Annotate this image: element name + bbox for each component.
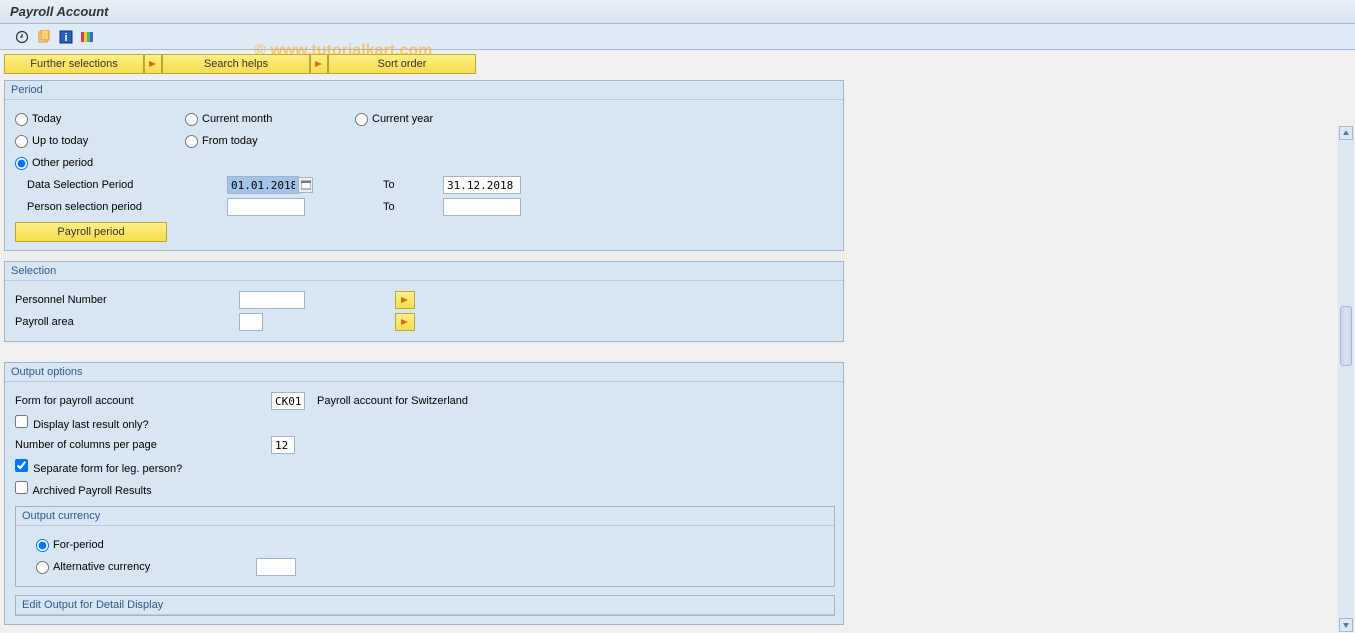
scrollbar-thumb[interactable]	[1340, 306, 1352, 366]
form-payroll-label: Form for payroll account	[15, 395, 271, 407]
display-last-label: Display last result only?	[33, 419, 149, 431]
radio-current-month-label: Current month	[202, 113, 272, 125]
radio-other-period[interactable]: Other period	[15, 157, 185, 170]
radio-today-label: Today	[32, 113, 61, 125]
output-currency-title: Output currency	[16, 507, 834, 526]
radio-up-to-today[interactable]: Up to today	[15, 135, 185, 148]
search-helps-button[interactable]: Search helps	[162, 54, 310, 74]
output-currency-group: Output currency For-period Alternative	[15, 506, 835, 587]
person-selection-period-label: Person selection period	[27, 201, 227, 213]
separate-form-checkbox[interactable]: Separate form for leg. person?	[15, 459, 182, 475]
main-content: Further selections Search helps Sort ord…	[0, 50, 1355, 633]
personnel-number-label: Personnel Number	[15, 294, 239, 306]
payroll-area-label: Payroll area	[15, 316, 239, 328]
period-group: Period Today Current month Current year	[4, 80, 844, 251]
radio-from-today[interactable]: From today	[185, 135, 355, 148]
radio-alt-currency[interactable]: Alternative currency	[36, 561, 256, 574]
data-selection-to-input[interactable]	[443, 176, 521, 194]
num-cols-label: Number of columns per page	[15, 439, 271, 451]
calendar-icon[interactable]	[299, 177, 313, 193]
radio-current-year[interactable]: Current year	[355, 113, 525, 126]
radio-up-to-today-label: Up to today	[32, 135, 88, 147]
radio-alt-currency-label: Alternative currency	[53, 561, 150, 573]
rainbow-icon[interactable]	[80, 29, 96, 45]
radio-current-year-label: Current year	[372, 113, 433, 125]
alt-currency-input[interactable]	[256, 558, 296, 576]
radio-other-period-label: Other period	[32, 157, 93, 169]
title-bar: Payroll Account	[0, 0, 1355, 24]
selection-group-title: Selection	[5, 262, 843, 281]
radio-from-today-label: From today	[202, 135, 258, 147]
page-title: Payroll Account	[10, 4, 108, 19]
radio-today[interactable]: Today	[15, 113, 185, 126]
edit-output-group: Edit Output for Detail Display	[15, 595, 835, 616]
selection-buttons-row: Further selections Search helps Sort ord…	[4, 54, 1351, 74]
vertical-scrollbar[interactable]	[1338, 126, 1354, 632]
scrollbar-up-arrow[interactable]	[1339, 126, 1353, 140]
app-toolbar: i	[0, 24, 1355, 50]
output-options-title: Output options	[5, 363, 843, 382]
archived-results-checkbox[interactable]: Archived Payroll Results	[15, 481, 152, 497]
payroll-area-multi-select[interactable]	[395, 313, 415, 331]
payroll-area-input[interactable]	[239, 313, 263, 331]
form-code-input[interactable]	[271, 392, 305, 410]
edit-output-title: Edit Output for Detail Display	[16, 596, 834, 615]
sort-order-button[interactable]: Sort order	[328, 54, 476, 74]
svg-text:i: i	[64, 32, 67, 44]
scrollbar-down-arrow[interactable]	[1339, 618, 1353, 632]
search-helps-arrow[interactable]	[144, 54, 162, 74]
output-options-group: Output options Form for payroll account …	[4, 362, 844, 625]
archived-results-label: Archived Payroll Results	[32, 485, 151, 497]
radio-for-period[interactable]: For-period	[36, 539, 104, 552]
radio-for-period-label: For-period	[53, 539, 104, 551]
form-desc-label: Payroll account for Switzerland	[317, 395, 468, 407]
payroll-period-button[interactable]: Payroll period	[15, 222, 167, 242]
person-selection-from-input[interactable]	[227, 198, 305, 216]
to-label-2: To	[383, 201, 443, 213]
personnel-number-input[interactable]	[239, 291, 305, 309]
execute-icon[interactable]	[14, 29, 30, 45]
information-icon[interactable]: i	[58, 29, 74, 45]
num-cols-input[interactable]	[271, 436, 295, 454]
data-selection-period-label: Data Selection Period	[27, 179, 227, 191]
data-selection-from-input[interactable]	[227, 176, 299, 194]
separate-form-label: Separate form for leg. person?	[33, 463, 182, 475]
selection-group: Selection Personnel Number Payroll area	[4, 261, 844, 342]
sort-order-arrow[interactable]	[310, 54, 328, 74]
personnel-number-multi-select[interactable]	[395, 291, 415, 309]
get-variant-icon[interactable]	[36, 29, 52, 45]
radio-current-month[interactable]: Current month	[185, 113, 355, 126]
to-label-1: To	[383, 179, 443, 191]
display-last-checkbox[interactable]: Display last result only?	[15, 415, 149, 431]
period-group-title: Period	[5, 81, 843, 100]
person-selection-to-input[interactable]	[443, 198, 521, 216]
further-selections-button[interactable]: Further selections	[4, 54, 144, 74]
